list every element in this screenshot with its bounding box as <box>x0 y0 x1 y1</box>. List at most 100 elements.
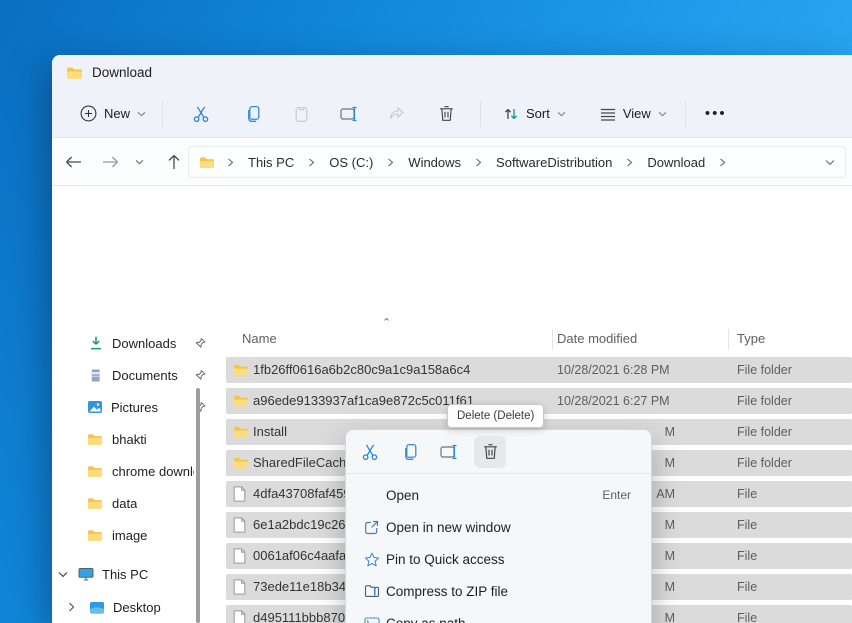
sidebar-item-label: Desktop <box>113 600 161 615</box>
menu-item-open[interactable]: Open Enter <box>346 479 651 511</box>
sidebar-item-this-pc[interactable]: This PC <box>58 562 208 586</box>
copy-button[interactable] <box>394 436 426 468</box>
file-row[interactable]: 1fb26ff0616a6b2c80c9a1c9a158a6c4 10/28/2… <box>226 357 852 383</box>
folder-icon <box>87 529 103 542</box>
folder-icon <box>87 497 103 510</box>
column-header-type[interactable]: Type <box>737 326 765 350</box>
column-separator[interactable] <box>728 329 729 349</box>
sort-button-label: Sort <box>526 106 550 121</box>
copy-path-icon <box>364 617 386 623</box>
open-new-window-icon <box>364 520 386 535</box>
sidebar-item-label: bhakti <box>112 432 147 447</box>
address-dropdown-button[interactable] <box>825 159 835 166</box>
sidebar-item-downloads[interactable]: Downloads <box>82 331 210 355</box>
breadcrumb-item[interactable]: Download <box>645 153 707 172</box>
folder-icon <box>233 457 249 470</box>
delete-button[interactable] <box>426 96 466 132</box>
cut-icon <box>361 443 379 461</box>
new-button[interactable]: New <box>70 96 156 132</box>
paste-button <box>281 96 321 132</box>
sort-button[interactable]: Sort <box>493 96 576 132</box>
pictures-icon <box>87 400 103 414</box>
share-button <box>377 96 417 132</box>
menu-item-label: Open in new window <box>386 520 631 535</box>
view-button[interactable]: View <box>590 96 677 132</box>
zip-folder-icon <box>364 584 386 598</box>
menu-item-compress-to-zip[interactable]: Compress to ZIP file <box>346 575 651 607</box>
breadcrumb-item[interactable]: Windows <box>406 153 463 172</box>
delete-icon <box>483 443 498 460</box>
back-arrow-icon <box>65 156 82 168</box>
copy-button[interactable] <box>233 96 273 132</box>
breadcrumb[interactable]: This PC OS (C:) Windows SoftwareDistribu… <box>188 146 846 178</box>
file-type: File folder <box>737 450 792 476</box>
breadcrumb-chevron-icon <box>715 158 730 167</box>
cut-button[interactable] <box>354 436 386 468</box>
sidebar-item-label: Downloads <box>112 336 176 351</box>
view-button-label: View <box>623 106 651 121</box>
breadcrumb-chevron-icon <box>383 158 398 167</box>
file-date: 10/28/2021 6:28 PM <box>557 357 675 383</box>
breadcrumb-chevron-icon <box>304 158 319 167</box>
sidebar-item-chrome-downloads[interactable]: chrome downloads <box>82 459 194 483</box>
back-button[interactable] <box>56 145 90 179</box>
address-bar: This PC OS (C:) Windows SoftwareDistribu… <box>52 139 852 186</box>
desktop: { "window": { "title": "Download" }, "to… <box>0 0 852 623</box>
menu-item-open-in-new-window[interactable]: Open in new window <box>346 511 651 543</box>
cut-icon <box>192 105 210 123</box>
pin-icon <box>195 370 206 381</box>
folder-icon <box>233 426 249 439</box>
file-type: File folder <box>737 388 792 414</box>
pin-icon <box>195 338 206 349</box>
documents-icon <box>88 368 103 383</box>
toolbar-separator <box>480 101 481 127</box>
recent-chevron-icon <box>135 159 144 165</box>
sidebar-scrollbar[interactable] <box>196 388 200 623</box>
file-name: 1fb26ff0616a6b2c80c9a1c9a158a6c4 <box>253 357 553 383</box>
sidebar-item-label: chrome downloads <box>112 464 194 479</box>
sidebar-item-desktop[interactable]: Desktop <box>68 595 208 619</box>
sidebar-item-bhakti[interactable]: bhakti <box>82 427 194 451</box>
up-button[interactable] <box>157 145 191 179</box>
sidebar-item-data[interactable]: data <box>82 491 194 515</box>
window-title: Download <box>92 65 152 80</box>
column-header-name[interactable]: Name <box>242 326 277 350</box>
folder-icon <box>233 364 249 377</box>
file-icon <box>233 517 246 533</box>
menu-item-label: Pin to Quick access <box>386 552 631 567</box>
delete-button[interactable] <box>474 436 506 468</box>
chevron-down-icon <box>557 111 566 117</box>
cut-button[interactable] <box>181 96 221 132</box>
breadcrumb-item[interactable]: This PC <box>246 153 296 172</box>
forward-button[interactable] <box>93 145 127 179</box>
context-menu: Open Enter Open in new window Pin to Qui… <box>345 429 652 623</box>
file-icon <box>233 548 246 564</box>
file-icon <box>233 579 246 595</box>
sidebar-item-image[interactable]: image <box>82 523 194 547</box>
folder-icon <box>87 433 103 446</box>
sidebar-item-label: Pictures <box>111 400 158 415</box>
column-separator[interactable] <box>552 329 553 349</box>
rename-button[interactable] <box>434 436 466 468</box>
menu-item-shortcut: Enter <box>602 488 631 502</box>
folder-icon <box>66 66 83 80</box>
chevron-down-icon <box>137 111 146 117</box>
recent-locations-button[interactable] <box>127 145 151 179</box>
menu-item-pin-to-quick-access[interactable]: Pin to Quick access <box>346 543 651 575</box>
view-lines-icon <box>600 107 616 121</box>
rename-button[interactable] <box>330 96 370 132</box>
menu-item-copy-as-path[interactable]: Copy as path <box>346 607 651 623</box>
breadcrumb-item[interactable]: SoftwareDistribution <box>494 153 614 172</box>
breadcrumb-chevron-icon <box>471 158 486 167</box>
sidebar-item-label: Documents <box>112 368 178 383</box>
breadcrumb-item[interactable]: OS (C:) <box>327 153 375 172</box>
column-header-date[interactable]: Date modified <box>557 326 637 350</box>
more-options-button[interactable]: ••• <box>696 96 736 132</box>
desktop-icon <box>89 601 105 614</box>
sidebar-item-label: data <box>112 496 137 511</box>
sidebar-item-documents[interactable]: Documents <box>82 363 210 387</box>
title-bar: Download <box>52 55 852 90</box>
chevron-right-icon <box>68 602 75 612</box>
new-button-label: New <box>104 106 130 121</box>
sidebar-item-pictures[interactable]: Pictures <box>82 395 210 419</box>
